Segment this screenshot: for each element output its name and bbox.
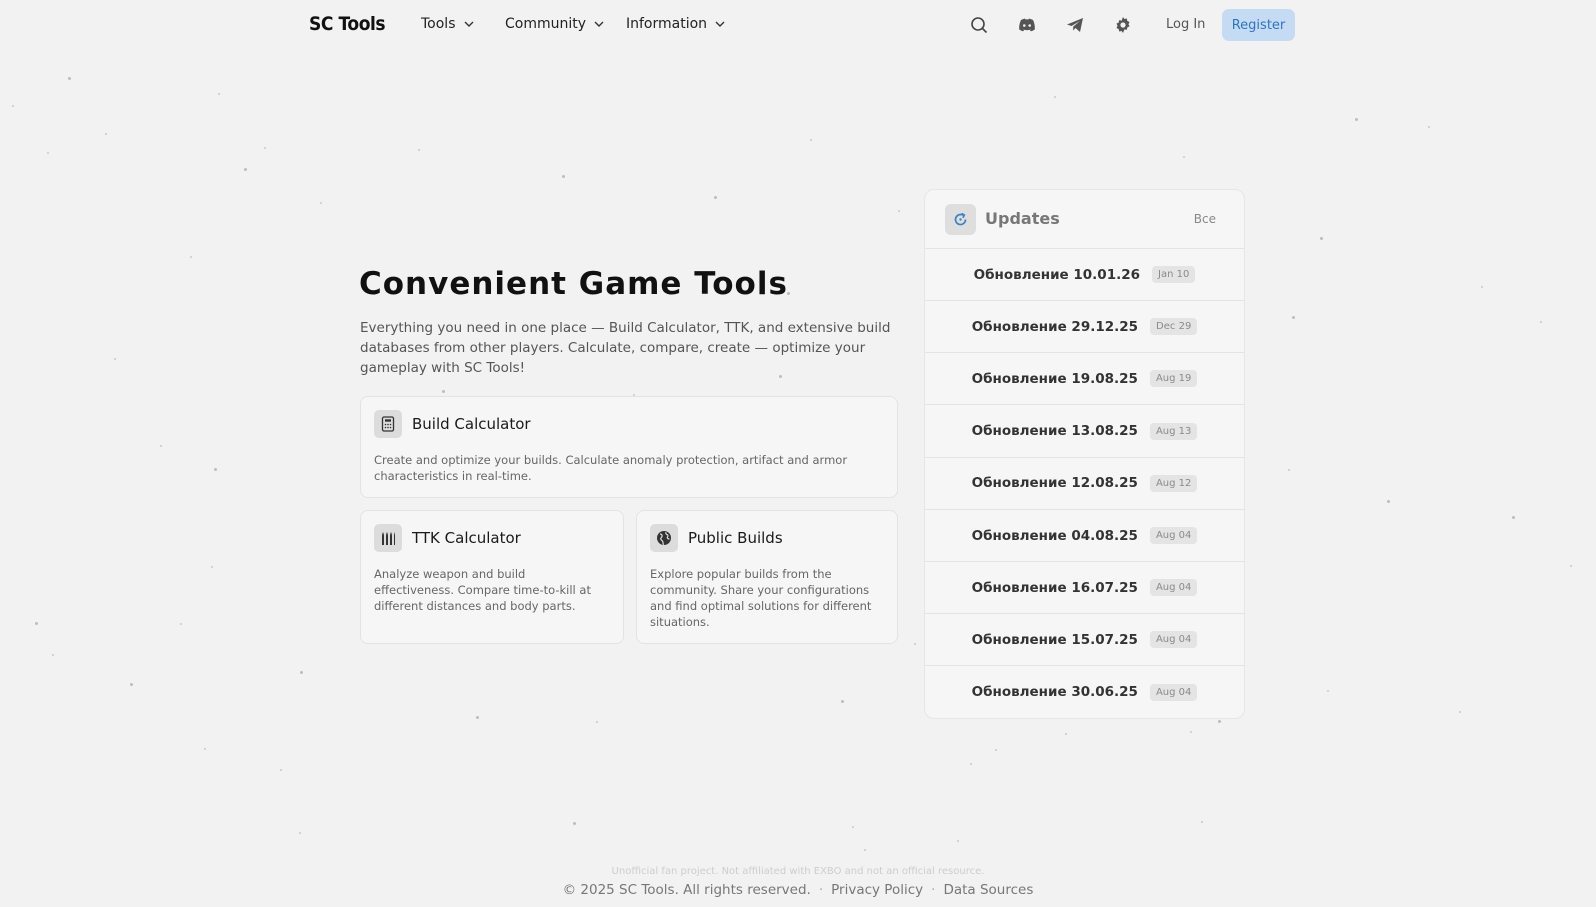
updates-panel: Updates Все Обновление 10.01.26 Jan 10 Обн… [924, 189, 1245, 719]
card-public-builds[interactable]: Public Builds Explore popular builds fro… [636, 510, 898, 644]
calculator-icon [374, 410, 402, 438]
nav-community-label: Community [505, 16, 587, 32]
nav-tools-label: Tools [421, 16, 456, 32]
nav-information-label: Information [626, 16, 708, 32]
updates-title: Updates [985, 209, 1060, 228]
site-logo[interactable]: SC Tools [309, 13, 386, 35]
chevron-down-icon [464, 21, 473, 27]
card-title: Public Builds [688, 529, 783, 547]
update-name: Обновление 12.08.25 [971, 475, 1138, 492]
update-name: Обновление 13.08.25 [971, 423, 1138, 440]
update-name: Обновление 15.07.25 [971, 631, 1138, 648]
card-ttk-calculator[interactable]: TTK Calculator Analyze weapon and build … [360, 510, 624, 644]
update-item[interactable]: Обновление 04.08.25 Aug 04 [925, 510, 1244, 562]
ammo-icon [374, 524, 402, 552]
card-title: Build Calculator [412, 415, 531, 433]
update-date-badge: Dec 29 [1150, 318, 1198, 336]
update-name: Обновление 04.08.25 [971, 527, 1138, 544]
footer: © 2025 SC Tools. All rights reserved. · … [0, 882, 1596, 898]
update-date-badge: Aug 04 [1149, 527, 1198, 544]
update-item[interactable]: Обновление 29.12.25 Dec 29 [925, 301, 1244, 354]
settings-icon[interactable] [1112, 14, 1134, 36]
update-item[interactable]: Обновление 13.08.25 Aug 13 [925, 406, 1244, 458]
privacy-policy-link[interactable]: Privacy Policy [831, 882, 923, 898]
update-name: Обновление 29.12.25 [971, 318, 1139, 335]
update-date-badge: Aug 12 [1149, 474, 1198, 492]
update-item[interactable]: Обновление 19.08.25 Aug 19 [925, 353, 1244, 406]
footer-disclaimer: Unofficial fan project. Not affiliated w… [611, 866, 985, 877]
chevron-down-icon [715, 21, 725, 27]
update-name: Обновление 30.06.25 [971, 684, 1138, 701]
nav-community[interactable]: Community [505, 16, 605, 32]
update-name: Обновление 19.08.25 [971, 370, 1138, 387]
update-name: Обновление 10.01.26 [973, 266, 1141, 283]
update-item[interactable]: Обновление 10.01.26 Jan 10 [925, 249, 1244, 301]
update-item[interactable]: Обновление 16.07.25 Aug 04 [925, 562, 1244, 615]
card-build-calculator[interactable]: Build Calculator Create and optimize you… [360, 396, 898, 498]
update-date-badge: Aug 04 [1149, 579, 1198, 597]
update-name: Обновление 16.07.25 [971, 579, 1138, 596]
globe-icon [650, 524, 678, 552]
update-date-badge: Jan 10 [1152, 266, 1196, 283]
data-sources-link[interactable]: Data Sources [943, 882, 1033, 898]
footer-separator: · [931, 882, 936, 898]
footer-separator: · [818, 882, 824, 898]
hero-title: Convenient Game Tools [359, 266, 788, 302]
login-link[interactable]: Log In [1166, 17, 1205, 32]
nav-tools[interactable]: Tools [421, 16, 475, 32]
update-date-badge: Aug 13 [1149, 422, 1198, 440]
telegram-icon[interactable] [1064, 14, 1086, 36]
updates-header: Updates Все [925, 190, 1244, 249]
card-description: Create and optimize your builds. Calcula… [374, 453, 848, 483]
update-item[interactable]: Обновление 30.06.25 Aug 04 [925, 667, 1244, 718]
search-icon[interactable] [968, 14, 990, 36]
update-date-badge: Aug 04 [1149, 631, 1198, 649]
top-navbar: SC Tools Tools Community Information Log… [0, 0, 1596, 50]
card-title: TTK Calculator [412, 529, 521, 547]
update-date-badge: Aug 04 [1149, 683, 1198, 701]
footer-copyright: © 2025 SC Tools. All rights reserved. [562, 882, 811, 898]
discord-icon[interactable] [1016, 14, 1038, 36]
update-item[interactable]: Обновление 12.08.25 Aug 12 [925, 458, 1244, 510]
update-date-badge: Aug 19 [1149, 370, 1198, 388]
chevron-down-icon [594, 21, 604, 27]
nav-information[interactable]: Information [626, 16, 726, 32]
card-description: Explore popular builds from the communit… [650, 567, 872, 629]
hero-description: Everything you need in one place — Build… [360, 320, 891, 376]
update-item[interactable]: Обновление 15.07.25 Aug 04 [925, 614, 1244, 667]
card-description: Analyze weapon and build effectiveness. … [374, 567, 591, 613]
updates-all-link[interactable]: Все [1194, 212, 1216, 226]
register-button[interactable]: Register [1222, 9, 1295, 41]
refresh-icon [945, 204, 976, 235]
